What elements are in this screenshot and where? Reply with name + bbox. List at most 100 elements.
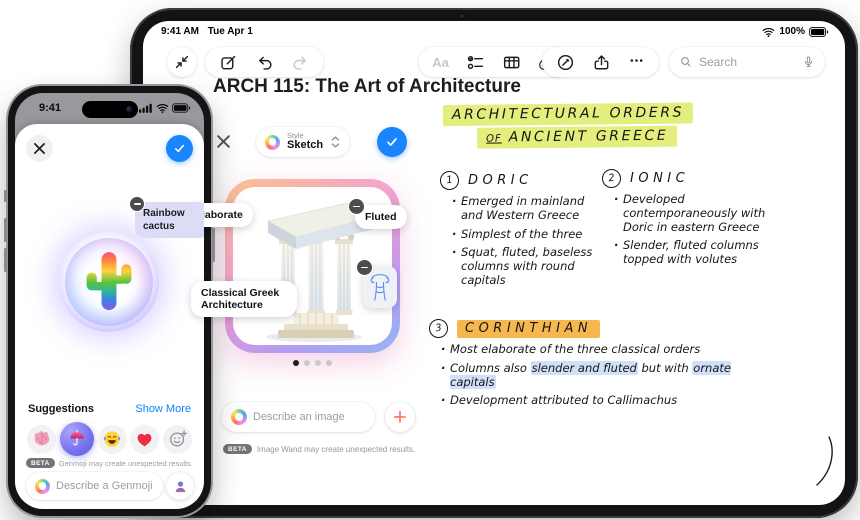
- heading-line2: ANCIENT GREECE: [508, 127, 669, 146]
- suggestion-emoji-row: [15, 421, 204, 457]
- tag-classical-greek-architecture[interactable]: Classical Greek Architecture: [191, 281, 297, 317]
- genmoji-sheet: Rainbow cactus Suggestions Show More BET…: [15, 124, 204, 509]
- power-button: [212, 228, 215, 262]
- image-wand-beta-disclaimer: BETA Image Wand may create unexpected re…: [223, 444, 415, 454]
- collapse-toolbar-button[interactable]: [167, 47, 197, 77]
- person-genmoji-button[interactable]: [166, 472, 194, 500]
- battery-icon: [809, 26, 829, 37]
- pencil-circle-icon: [557, 54, 574, 70]
- text-format-button[interactable]: Aa: [432, 55, 449, 70]
- share-tools-pill: [542, 47, 659, 77]
- undo-button[interactable]: [255, 53, 274, 72]
- toolbar-right-group: [542, 47, 825, 77]
- doric-bullet: Emerged in mainland and Western Greece: [452, 194, 608, 223]
- cellular-icon: [139, 103, 152, 113]
- person-icon: [175, 480, 185, 492]
- iphone-status-icons: [139, 103, 191, 113]
- ionic-bullet: Slender, fluted columns topped with volu…: [614, 239, 787, 267]
- more-button[interactable]: [628, 52, 645, 72]
- genmoji-close-button[interactable]: [26, 135, 53, 162]
- mic-icon[interactable]: [802, 55, 815, 70]
- corinthian-number: 3: [427, 317, 450, 340]
- wifi-icon: [156, 104, 169, 113]
- close-icon: [216, 134, 230, 148]
- doric-bullet: Squat, fluted, baseless columns with rou…: [452, 245, 608, 287]
- beta-text: Image Wand may create unexpected results…: [256, 444, 416, 454]
- compose-button[interactable]: [219, 53, 238, 72]
- laughing-emoji-chip[interactable]: [97, 424, 127, 454]
- image-wand-prompt-field[interactable]: [221, 402, 375, 432]
- remove-attachment-button[interactable]: [356, 259, 373, 276]
- share-button[interactable]: [592, 53, 611, 72]
- section-corinthian: 3 CORINTHIAN Most elaborate of the three…: [427, 317, 759, 413]
- image-wand-style-icon: [265, 134, 280, 150]
- genmoji-prompt-field[interactable]: [26, 472, 163, 500]
- battery-icon: [172, 103, 191, 113]
- section-ionic: 2 IONIC Developed contemporaneously with…: [600, 167, 787, 272]
- ipad-device: 9:41 AM Tue Apr 1 100% Aa Search ARCH 11…: [130, 8, 858, 518]
- ipad-status-bar: 9:41 AM Tue Apr 1 100%: [161, 26, 829, 37]
- describe-genmoji-input[interactable]: [56, 480, 154, 492]
- laughing-tears-emoji: [103, 431, 121, 447]
- heart-emoji-chip[interactable]: [130, 424, 160, 454]
- suggestions-label: Suggestions: [28, 403, 95, 415]
- search-field[interactable]: [669, 47, 825, 77]
- genmoji-preview-bubble: [59, 232, 159, 332]
- apple-intelligence-screenshot: 9:41 AM Tue Apr 1 100% Aa Search ARCH 11…: [0, 0, 860, 520]
- prompt-tag-rainbow-cactus[interactable]: Rainbow cactus: [129, 196, 204, 238]
- compose-icon: [221, 55, 236, 69]
- corinthian-bullet: Columns also slender and fluted but with…: [441, 360, 741, 390]
- ipad-screen: 9:41 AM Tue Apr 1 100% Aa Search ARCH 11…: [143, 21, 845, 505]
- sketch-attachment-chip[interactable]: [356, 259, 397, 308]
- tag-fluted[interactable]: Fluted: [348, 198, 407, 229]
- corinthian-bullet: Development attributed to Callimachus: [441, 394, 741, 408]
- doric-number: 1: [438, 169, 461, 192]
- genmoji-icon: [35, 478, 50, 494]
- checklist-button[interactable]: [466, 53, 485, 72]
- table-button[interactable]: [502, 53, 521, 72]
- checkmark-icon: [175, 144, 184, 153]
- dynamic-island: [81, 101, 138, 118]
- genmoji-accept-button[interactable]: [166, 135, 193, 162]
- section-doric: 1 DORIC Emerged in mainland and Western …: [438, 169, 608, 293]
- add-to-note-button[interactable]: [385, 402, 415, 432]
- beta-text: Genmoji may create unexpected results.: [58, 458, 194, 468]
- handwritten-heading: ARCHITECTURAL ORDERS OF ANCIENT GREECE: [442, 102, 843, 149]
- iphone-device: 9:41 Rainbow cactus Suggestions Show Mor…: [4, 86, 215, 516]
- remove-tag-button[interactable]: [348, 198, 365, 215]
- action-button: [4, 190, 7, 202]
- show-more-link[interactable]: Show More: [135, 403, 191, 415]
- variant-page-dots[interactable]: [225, 360, 400, 366]
- add-emoji-icon: [169, 430, 187, 447]
- doric-title: DORIC: [468, 173, 533, 188]
- brain-emoji-chip[interactable]: [27, 424, 56, 454]
- umbrella-emoji-chip-selected[interactable]: [59, 422, 94, 456]
- highlighted-phrase: slender and fluted: [530, 360, 638, 375]
- image-wand-accept-button[interactable]: [377, 127, 407, 157]
- suggestions-header: Suggestions Show More: [28, 403, 191, 415]
- ipad-time: 9:41 AM: [161, 26, 199, 37]
- genmoji-beta-disclaimer: BETA Genmoji may create unexpected resul…: [15, 458, 204, 468]
- redo-icon: [293, 56, 306, 70]
- red-heart-emoji: [137, 433, 152, 447]
- corinthian-bullet: Most elaborate of the three classical or…: [441, 342, 741, 357]
- new-genmoji-chip[interactable]: [163, 424, 192, 454]
- checklist-icon: [467, 55, 483, 69]
- markup-button[interactable]: [556, 53, 575, 72]
- note-title: ARCH 115: The Art of Architecture: [213, 76, 521, 97]
- style-picker[interactable]: Style Sketch: [256, 127, 351, 157]
- search-input[interactable]: [699, 55, 796, 69]
- ipad-date: Tue Apr 1: [207, 26, 253, 37]
- ionic-title: IONIC: [630, 171, 690, 186]
- table-icon: [503, 56, 520, 68]
- beta-badge: BETA: [25, 458, 55, 468]
- chevron-up-down-icon: [331, 136, 340, 148]
- remove-prompt-button[interactable]: [129, 196, 145, 212]
- camera-lens: [125, 106, 133, 113]
- describe-image-input[interactable]: [253, 411, 365, 423]
- volume-up-button: [4, 218, 7, 242]
- redo-button[interactable]: [291, 53, 310, 72]
- rainbow-cactus-genmoji: [86, 252, 132, 311]
- doric-bullet: Simplest of the three: [452, 227, 608, 242]
- image-wand-close-button[interactable]: [211, 129, 235, 153]
